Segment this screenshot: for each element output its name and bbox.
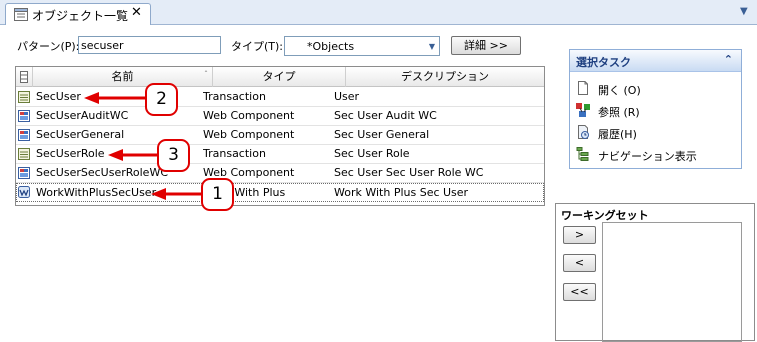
web-component-icon <box>18 167 30 179</box>
row-type: Transaction <box>203 147 266 160</box>
pattern-input[interactable] <box>78 36 221 54</box>
object-list-icon <box>14 8 28 21</box>
close-icon[interactable]: ✕ <box>131 5 142 20</box>
callout-badge-2: 2 <box>145 83 178 116</box>
row-description: Sec User General <box>334 128 430 141</box>
row-description: Sec User Sec User Role WC <box>334 166 484 179</box>
row-description: Work With Plus Sec User <box>334 186 469 199</box>
references-icon <box>576 103 590 117</box>
chevron-down-icon: ▼ <box>428 42 435 51</box>
row-description: Sec User Audit WC <box>334 109 437 122</box>
sort-indicator-icon: ˆ <box>204 70 208 79</box>
tab-title: オブジェクト一覧 <box>32 9 129 23</box>
working-set-panel: ワーキングセット > < << <box>555 203 755 342</box>
row-name: SecUserAuditWC <box>36 109 129 122</box>
row-type: Web Component <box>203 109 295 122</box>
row-description: User <box>334 90 360 103</box>
navigation-icon <box>576 147 589 161</box>
table-row[interactable]: SecUserRole Transaction Sec User Role <box>16 145 544 164</box>
details-button[interactable]: 詳細 >> <box>451 36 521 55</box>
web-component-icon <box>18 129 30 141</box>
type-label: タイプ(T): <box>231 40 284 53</box>
callout-badge-1: 1 <box>201 178 234 211</box>
remove-all-from-working-set-button[interactable]: << <box>563 283 596 301</box>
remove-from-working-set-button[interactable]: < <box>563 254 596 272</box>
tab-object-list[interactable]: オブジェクト一覧 ✕ <box>5 3 151 25</box>
callout-arrow-1 <box>151 188 201 200</box>
callout-arrow-2 <box>84 92 146 104</box>
open-icon <box>578 81 588 95</box>
callout-arrow-3 <box>108 149 158 161</box>
column-header-name[interactable]: 名前 ˆ <box>33 67 213 87</box>
add-to-working-set-button[interactable]: > <box>563 226 596 244</box>
row-type: Web Component <box>203 128 295 141</box>
work-with-plus-icon <box>18 186 30 198</box>
transaction-icon <box>18 91 30 103</box>
pattern-label: パターン(P): <box>17 40 80 53</box>
object-grid: 名前 ˆ タイプ デスクリプション SecUser Transaction Us… <box>15 66 545 206</box>
web-component-icon <box>18 110 30 122</box>
table-row-selected[interactable]: WorkWithPlusSecUser Work With Plus Work … <box>16 183 544 202</box>
task-pane-header[interactable]: 選択タスク ⌃ <box>570 50 741 72</box>
collapse-icon[interactable]: ⌃ <box>724 53 733 66</box>
table-row[interactable]: SecUserAuditWC Web Component Sec User Au… <box>16 107 544 126</box>
object-list-panel: パターン(P): タイプ(T): *Objects ▼ 詳細 >> 名前 ˆ タ… <box>0 25 757 342</box>
table-row[interactable]: SecUserSecUserRoleWC Web Component Sec U… <box>16 164 544 183</box>
selected-tasks-pane: 選択タスク ⌃ 開く (O) 参照 (R) 履歴(H) ナビゲーション表示 <box>569 49 742 169</box>
column-header-type[interactable]: タイプ <box>213 67 346 87</box>
callout-badge-3: 3 <box>157 139 190 172</box>
grid-header: 名前 ˆ タイプ デスクリプション <box>16 67 544 87</box>
task-pane-title: 選択タスク <box>576 56 631 69</box>
column-header-description[interactable]: デスクリプション <box>346 67 544 87</box>
column-chooser-icon[interactable] <box>16 67 33 87</box>
type-select-value: *Objects <box>307 40 355 53</box>
row-type: Transaction <box>203 90 266 103</box>
row-description: Sec User Role <box>334 147 410 160</box>
type-select[interactable]: *Objects ▼ <box>284 36 440 56</box>
chevron-down-icon[interactable]: ▼ <box>740 6 748 17</box>
history-icon <box>578 125 589 139</box>
working-set-list[interactable] <box>602 222 742 342</box>
tab-strip: オブジェクト一覧 ✕ ▼ <box>0 0 757 25</box>
transaction-icon <box>18 148 30 160</box>
working-set-title: ワーキングセット <box>561 209 649 222</box>
table-row[interactable]: SecUserGeneral Web Component Sec User Ge… <box>16 126 544 145</box>
